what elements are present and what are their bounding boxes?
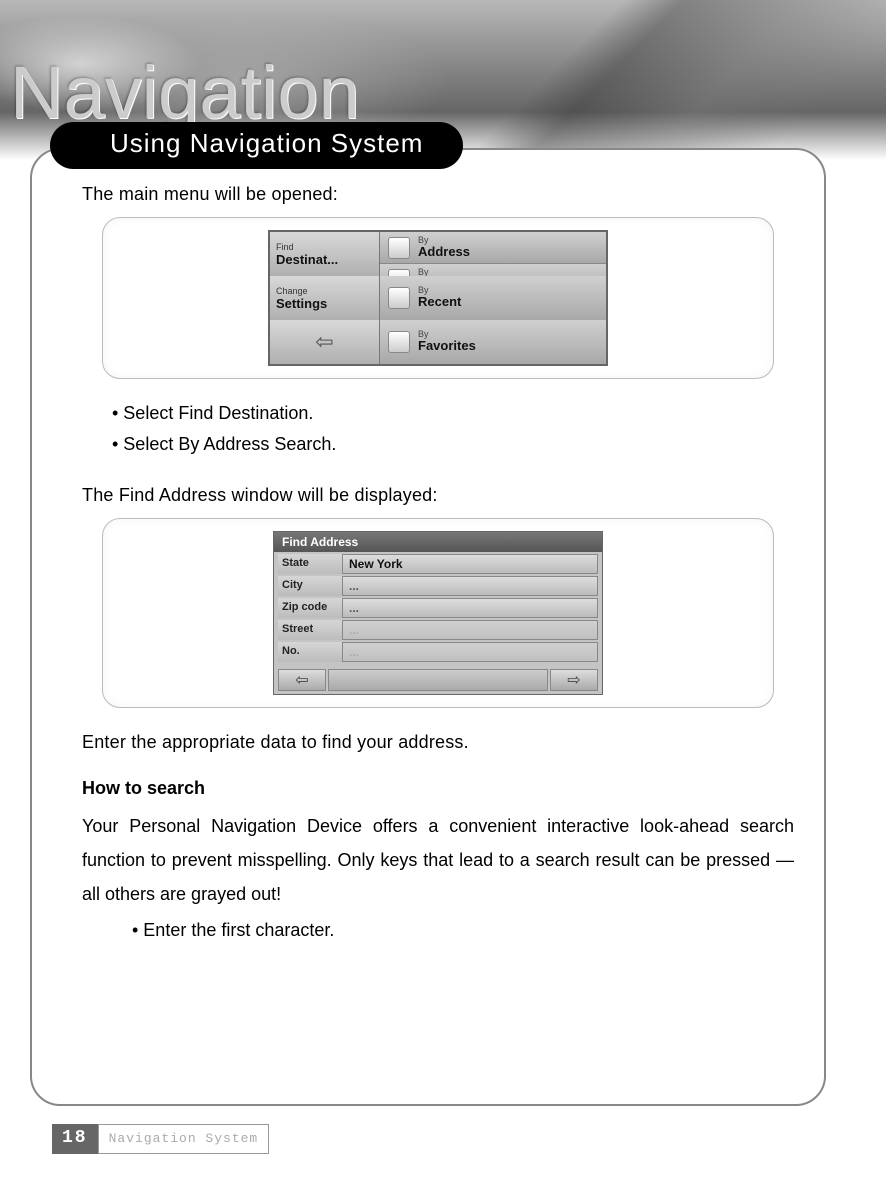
main-menu-screenshot: Find Destinat... By Address By <box>268 230 608 366</box>
bullet-1-0: • Select Find Destination. <box>112 403 794 424</box>
menu-item-address: By Address <box>380 232 606 264</box>
addr-field-street: ... <box>342 620 598 640</box>
recent-icon <box>388 287 410 309</box>
addr-field-state: New York <box>342 554 598 574</box>
bullet-list-2: • Enter the first character. <box>132 920 794 941</box>
addr-next-button: ⇨ <box>550 669 598 691</box>
addr-label-street: Street <box>278 620 342 640</box>
addr-label-city: City <box>278 576 342 596</box>
address-icon <box>388 237 410 259</box>
menu-left-big-1: Settings <box>276 296 373 311</box>
menu-back-cell: ⇦ <box>270 320 380 364</box>
how-to-search-paragraph: Your Personal Navigation Device offers a… <box>82 809 794 912</box>
menu-left-big-0: Destinat... <box>276 252 373 267</box>
back-arrow-icon: ⇦ <box>315 329 333 355</box>
find-address-screenshot: Find Address State New York City ... Zip… <box>273 531 603 695</box>
addr-label-zip: Zip code <box>278 598 342 618</box>
find-address-title: Find Address <box>274 532 602 552</box>
intro-text-3: Enter the appropriate data to find your … <box>82 732 794 753</box>
bullet-1-1: • Select By Address Search. <box>112 434 794 455</box>
page-footer: 18 Navigation System <box>52 1124 269 1154</box>
page-label: Navigation System <box>98 1124 270 1154</box>
menu-item-favorites: By Favorites <box>380 320 606 364</box>
content-panel: The main menu will be opened: Find Desti… <box>30 148 826 1106</box>
intro-text-2: The Find Address window will be displaye… <box>82 485 794 506</box>
section-title-pill: Using Navigation System <box>50 122 463 169</box>
menu-left-small-1: Change <box>276 286 373 296</box>
intro-text-1: The main menu will be opened: <box>82 184 794 205</box>
main-menu-screenshot-frame: Find Destinat... By Address By <box>102 217 774 379</box>
menu-main-0: Address <box>418 245 470 259</box>
addr-nav-spacer <box>328 669 548 691</box>
addr-field-zip: ... <box>342 598 598 618</box>
bullet-2-0: • Enter the first character. <box>132 920 794 941</box>
menu-item-recent: By Recent <box>380 276 606 320</box>
menu-left-change-settings: Change Settings <box>270 276 380 320</box>
bullet-list-1: • Select Find Destination. • Select By A… <box>112 403 794 455</box>
addr-field-no: ... <box>342 642 598 662</box>
menu-main-3: Favorites <box>418 339 476 353</box>
addr-label-state: State <box>278 554 342 574</box>
addr-label-no: No. <box>278 642 342 662</box>
how-to-search-heading: How to search <box>82 778 794 799</box>
menu-left-find-destination: Find Destinat... <box>270 232 380 276</box>
menu-main-2: Recent <box>418 295 461 309</box>
addr-field-city: ... <box>342 576 598 596</box>
find-address-screenshot-frame: Find Address State New York City ... Zip… <box>102 518 774 708</box>
addr-prev-button: ⇦ <box>278 669 326 691</box>
menu-left-small-0: Find <box>276 242 373 252</box>
favorites-icon <box>388 331 410 353</box>
page-number: 18 <box>52 1124 98 1154</box>
